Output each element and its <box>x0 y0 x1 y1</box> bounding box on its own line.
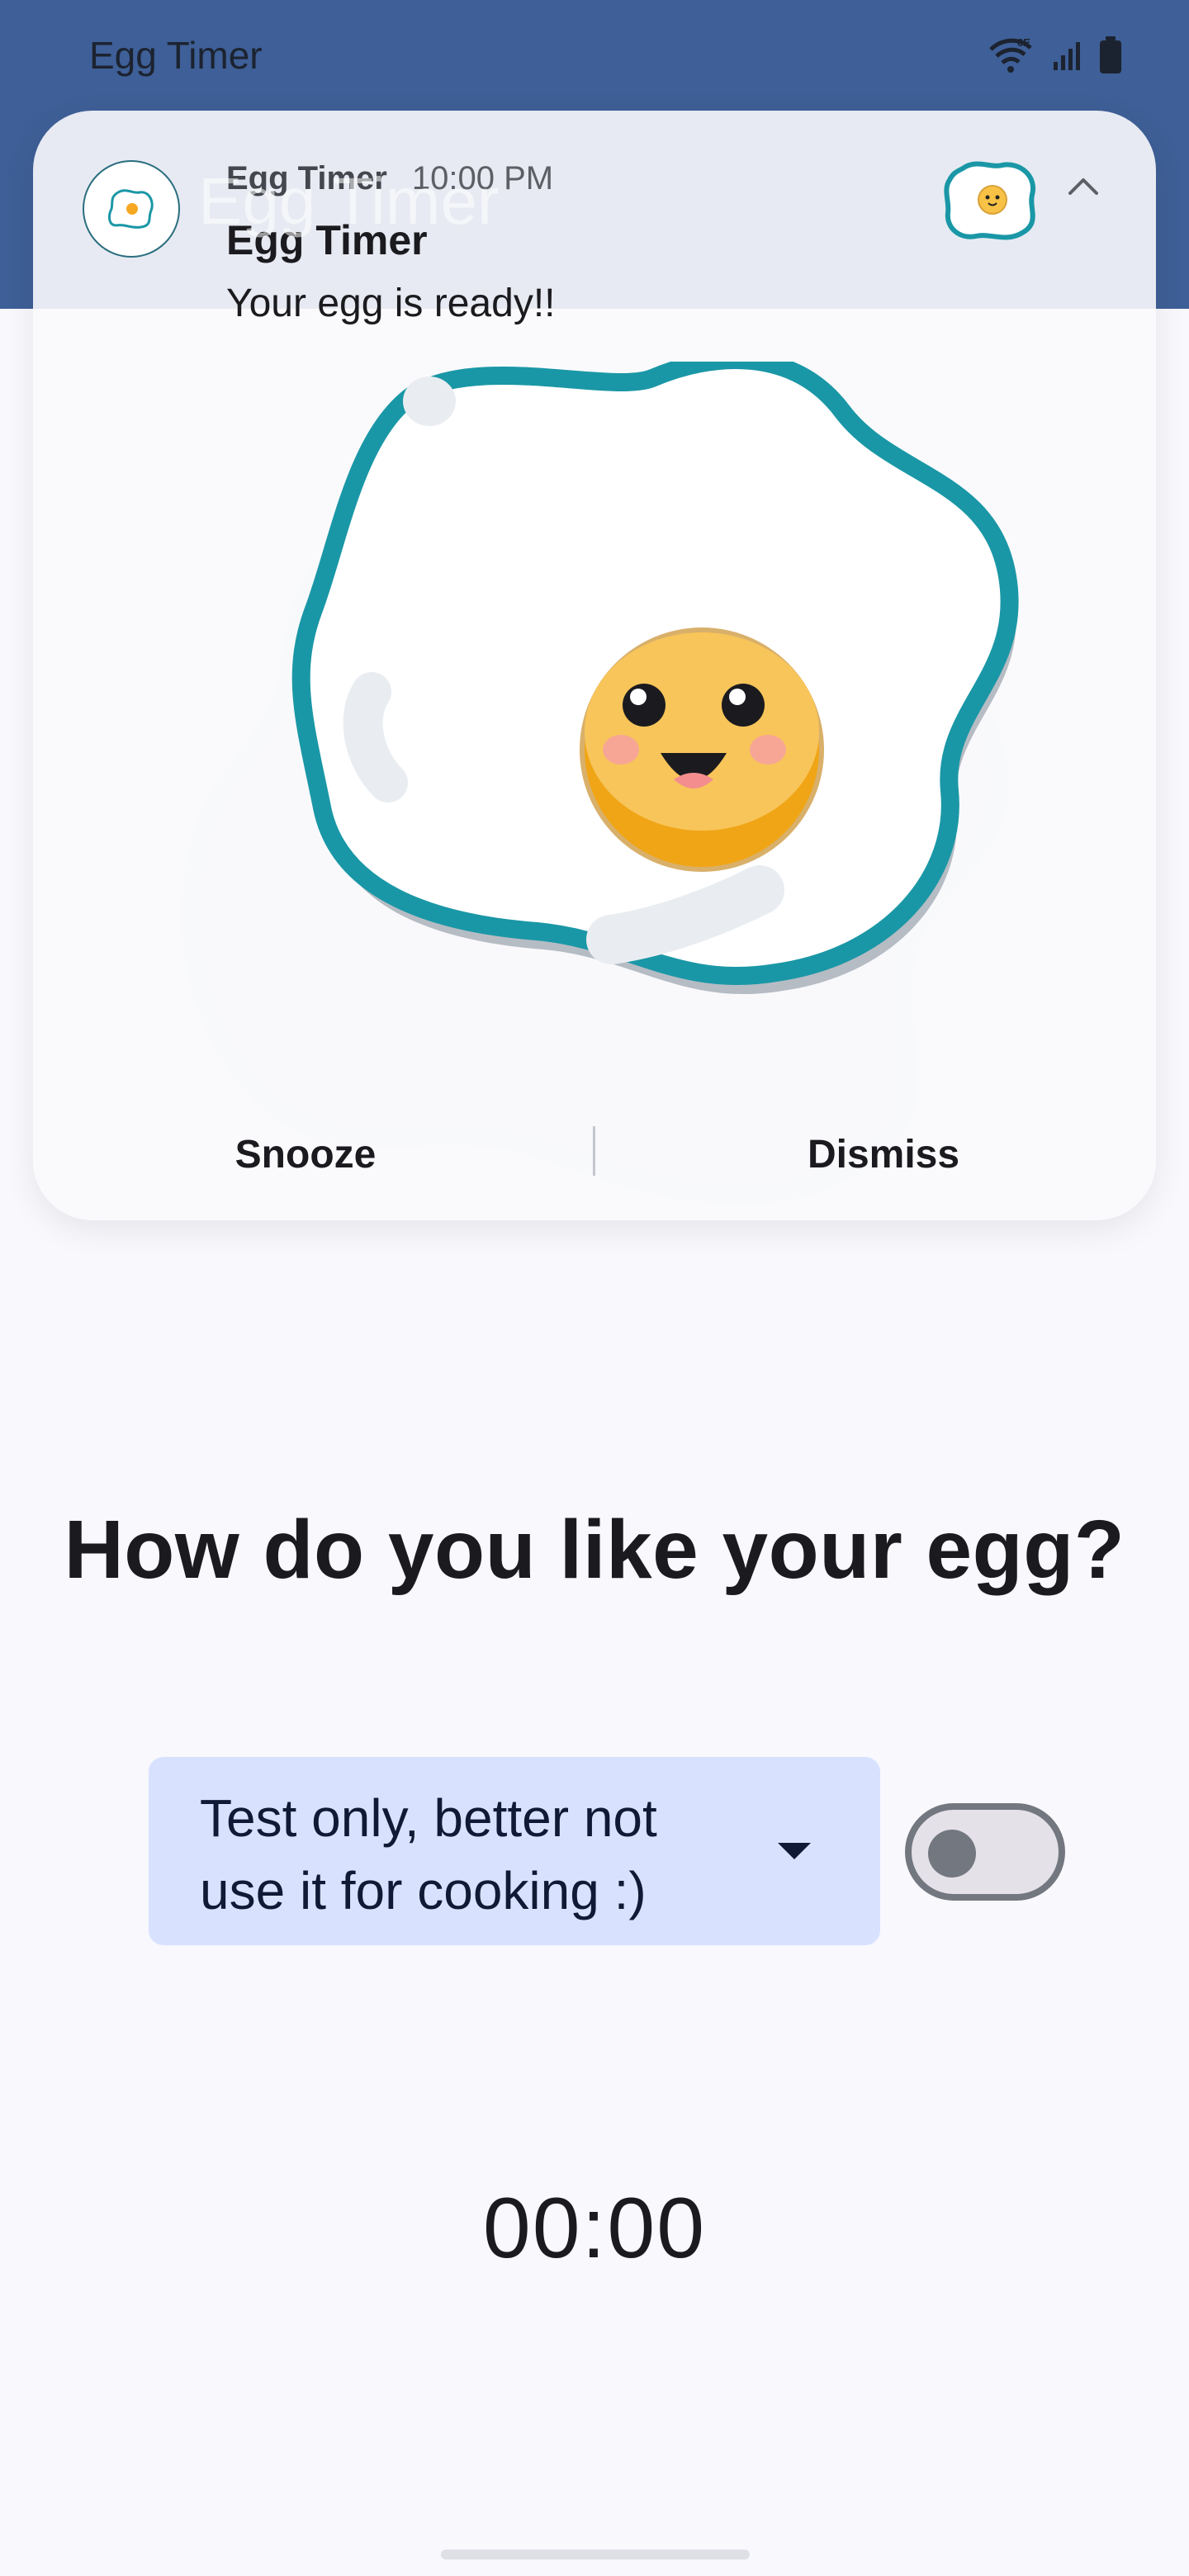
toggle-knob <box>928 1830 976 1878</box>
notification-actions: Snooze Dismiss <box>33 1113 1156 1212</box>
notification-app-icon <box>83 160 180 258</box>
dropdown-arrow-icon <box>778 1843 811 1859</box>
dropdown-selected-value: Test only, better not use it for cooking… <box>200 1788 657 1920</box>
status-app-title: Egg Timer <box>89 34 263 77</box>
page-headline: How do you like your egg? <box>64 1503 1125 1596</box>
egg-icon <box>108 189 154 229</box>
app-bar-title: Egg Timer <box>198 164 500 238</box>
home-indicator[interactable] <box>441 2550 750 2559</box>
fried-egg-illustration <box>291 362 1019 995</box>
notification-card[interactable]: Egg Timer 10:00 PM Egg Timer Your egg is… <box>33 111 1156 1220</box>
chevron-up-icon[interactable] <box>1065 168 1101 205</box>
signal-icon <box>1054 42 1080 70</box>
timer-display: 00:00 <box>482 2181 707 2276</box>
actions-divider <box>593 1126 595 1176</box>
status-bar: Egg Timer 6E <box>0 0 1189 109</box>
status-icons: 6E <box>988 36 1123 74</box>
wifi-6e-icon: 6E <box>989 36 1032 73</box>
battery-icon <box>1100 36 1121 73</box>
wifi-label: 6E <box>1017 36 1030 49</box>
notification-thumbnail-egg <box>944 161 1036 240</box>
toggle-switch[interactable] <box>905 1803 1065 1901</box>
snooze-button[interactable]: Snooze <box>182 1113 429 1196</box>
egg-type-dropdown[interactable]: Test only, better not use it for cooking… <box>149 1757 880 1945</box>
dismiss-button[interactable]: Dismiss <box>760 1113 1007 1196</box>
notification-text: Your egg is ready!! <box>226 282 556 325</box>
